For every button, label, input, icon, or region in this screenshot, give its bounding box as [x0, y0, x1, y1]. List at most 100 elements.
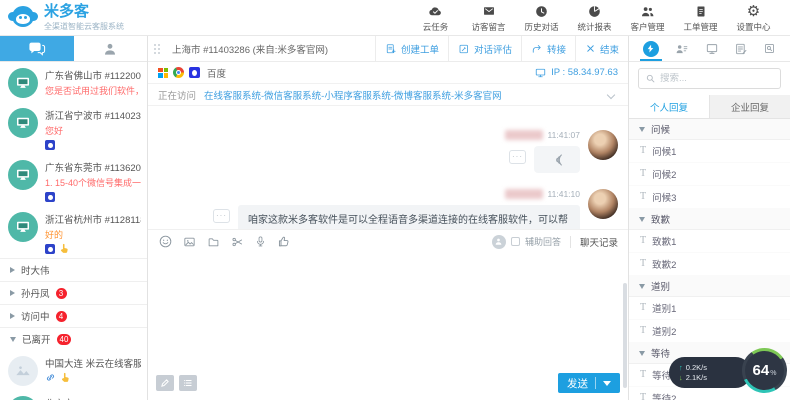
tab-search-records[interactable]: [761, 36, 778, 61]
visiting-label: 正在访问: [158, 88, 196, 102]
nav-reports[interactable]: 统计报表: [568, 3, 621, 33]
section-apology[interactable]: 致歉: [629, 209, 790, 230]
memory-percent-value: 64: [753, 362, 770, 379]
message-input[interactable]: [148, 253, 628, 372]
chevron-down-icon: [639, 351, 645, 356]
chevron-down-icon[interactable]: [607, 90, 615, 98]
visitor-row[interactable]: 广东省东莞市 #11362013 1. 15-40个微信号集成一...: [0, 154, 147, 206]
microphone-icon[interactable]: [254, 234, 267, 249]
pie-chart-icon: [568, 3, 621, 20]
list-button[interactable]: [179, 375, 197, 391]
group-agent[interactable]: 孙丹凤 3: [0, 281, 147, 304]
search-input[interactable]: [660, 73, 774, 84]
count-badge: 3: [56, 288, 67, 299]
visitor-title: 中国大连 米云在线客服…: [45, 356, 141, 370]
section-farewell[interactable]: 道别: [629, 276, 790, 297]
ticket-plus-icon: [385, 43, 397, 55]
thumbs-up-icon[interactable]: [276, 234, 291, 249]
tab-form[interactable]: [732, 36, 750, 61]
net-monitor-widget[interactable]: ↑0.2K/s ↓2.1K/s 64 %: [669, 347, 787, 393]
section-greeting[interactable]: 问候: [629, 119, 790, 140]
visitor-row[interactable]: 北京市 #11424060: [0, 390, 147, 400]
evaluate-icon: [458, 43, 470, 55]
group-agent[interactable]: 时大伟: [0, 258, 147, 281]
chat-history-button[interactable]: 聊天记录: [580, 235, 618, 249]
monkey-logo-icon: [8, 4, 38, 31]
reply-item[interactable]: T道别1: [629, 297, 790, 320]
nav-tickets[interactable]: 工单管理: [674, 3, 727, 33]
chat-tab-title[interactable]: 上海市 #11403286 (来自:米多客官网): [164, 42, 375, 56]
message-voice: 11:41:07 ···: [158, 130, 618, 173]
scrollbar[interactable]: [623, 283, 627, 388]
visitor-row[interactable]: 广东省佛山市 #11220078 您是否试用过我们软件，...: [0, 62, 147, 102]
transfer-arrow-icon: [531, 43, 543, 55]
net-speed-pill: ↑0.2K/s ↓2.1K/s: [669, 357, 751, 388]
visitor-last-message: 您是否试用过我们软件，...: [45, 84, 141, 97]
nav-settings[interactable]: ⚙ 设置中心: [727, 3, 780, 33]
chevron-down-icon: [639, 127, 645, 132]
chat-tabbar: 上海市 #11403286 (来自:米多客官网) 创建工单 对话评估: [148, 36, 628, 62]
evaluate-button[interactable]: 对话评估: [448, 36, 521, 61]
memory-gauge[interactable]: 64 %: [742, 348, 787, 393]
reply-item[interactable]: T致歉2: [629, 253, 790, 276]
message-text: 11:41:10 ··· 咱家这款米多客软件是可以全程语音多渠道连接的在线客服软…: [158, 189, 618, 229]
tab-visitor-info[interactable]: [672, 36, 692, 61]
top-header: 米多客 全渠道智能云客服系统 云任务 访客留言 历史对话: [0, 0, 790, 36]
reply-item[interactable]: T问候3: [629, 186, 790, 209]
chat-bubbles-icon: [27, 41, 47, 57]
tab-quick-reply[interactable]: [641, 36, 661, 61]
agent-avatar: [588, 189, 618, 219]
transfer-button[interactable]: 转接: [521, 36, 575, 61]
emoji-icon[interactable]: [158, 234, 173, 249]
drag-handle[interactable]: [152, 44, 162, 54]
send-dropdown-caret-icon[interactable]: [603, 381, 611, 386]
tab-personal-reply[interactable]: 个人回复: [629, 95, 709, 118]
end-chat-button[interactable]: 结束: [575, 36, 628, 61]
tab-colleagues[interactable]: [74, 36, 148, 61]
image-icon[interactable]: [182, 235, 197, 249]
visitor-row[interactable]: 浙江省宁波市 #11402345 您好: [0, 102, 147, 154]
nav-visitor-messages[interactable]: 访客留言: [462, 3, 515, 33]
group-visiting[interactable]: 访问中 4: [0, 304, 147, 327]
visitor-row[interactable]: 浙江省杭州市 #11281180 好的: [0, 206, 147, 258]
voice-message-bubble[interactable]: [534, 146, 580, 173]
visitor-row[interactable]: 中国大连 米云在线客服…: [0, 350, 147, 390]
create-ticket-button[interactable]: 创建工单: [375, 36, 448, 61]
brand: 米多客 全渠道智能云客服系统: [8, 4, 124, 32]
scissors-icon[interactable]: [230, 235, 245, 249]
chevron-down-icon: [639, 217, 645, 222]
assist-checkbox[interactable]: [511, 237, 520, 246]
upload-arrow-icon: ↑: [679, 363, 683, 372]
link-icon: [45, 372, 56, 383]
monitor-square-icon: [705, 42, 719, 56]
chevron-down-icon: [10, 337, 16, 342]
reply-type-tabs: 个人回复 企业回复: [629, 95, 790, 119]
nav-cloud-tasks[interactable]: 云任务: [409, 3, 462, 33]
monitor-avatar-icon: [8, 68, 38, 98]
chat-panel: 上海市 #11403286 (来自:米多客官网) 创建工单 对话评估: [148, 36, 628, 400]
reply-item[interactable]: T道别2: [629, 320, 790, 343]
edit-button[interactable]: [156, 375, 174, 391]
chevron-down-icon: [639, 284, 645, 289]
group-left[interactable]: 已离开 40: [0, 327, 147, 350]
source-baidu-icon: [45, 192, 55, 202]
reply-item[interactable]: T致歉1: [629, 230, 790, 253]
agent-avatar: [588, 130, 618, 160]
reply-item[interactable]: T问候1: [629, 140, 790, 163]
message-options-icon[interactable]: ···: [213, 209, 230, 223]
tab-visitor-track[interactable]: [703, 36, 721, 61]
reply-item[interactable]: T问候2: [629, 163, 790, 186]
download-speed: 2.1K/s: [686, 373, 707, 382]
monitor-avatar-icon: [8, 108, 38, 138]
send-button[interactable]: 发送: [558, 373, 620, 393]
visiting-page-link[interactable]: 在线客服系统-微信客服系统-小程序客服系统-微博客服系统-米多客官网: [204, 88, 600, 102]
search-box[interactable]: [638, 68, 781, 89]
tab-company-reply[interactable]: 企业回复: [709, 95, 790, 118]
message-options-icon[interactable]: ···: [509, 150, 526, 164]
nav-customers[interactable]: 客户管理: [621, 3, 674, 33]
tab-conversations[interactable]: [0, 36, 74, 61]
folder-icon[interactable]: [206, 235, 221, 249]
nav-history[interactable]: 历史对话: [515, 3, 568, 33]
text-type-icon: T: [640, 146, 646, 156]
visitor-title: 广东省佛山市 #11220078: [45, 68, 141, 82]
